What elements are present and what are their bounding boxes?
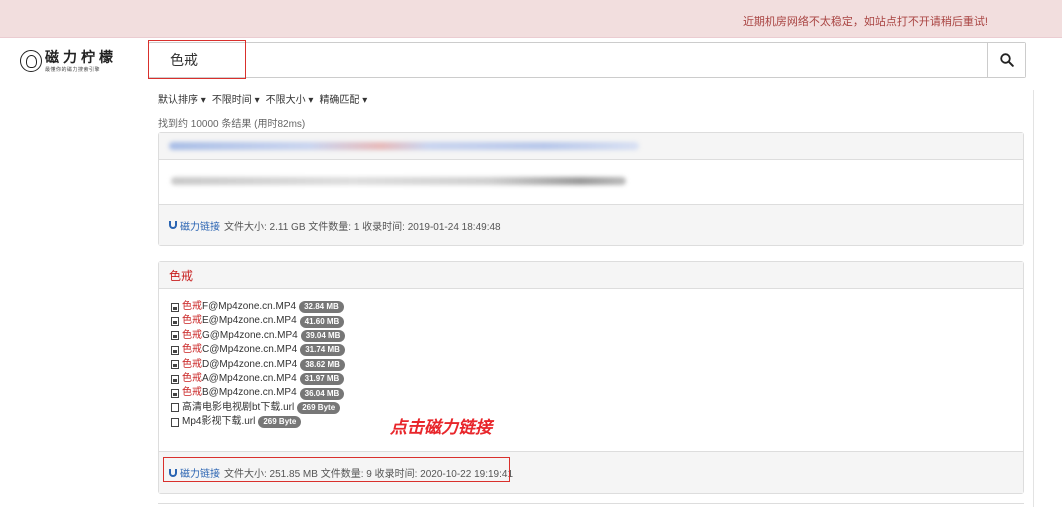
file-size-badge: 39.04 MB (300, 329, 346, 342)
blurred-file (171, 177, 626, 185)
file-size-badge: 36.04 MB (299, 387, 345, 400)
file-name-highlight: 色戒 (182, 358, 202, 370)
file-icon (171, 389, 179, 399)
file-name: E@Mp4zone.cn.MP4 (202, 315, 297, 327)
sort-dropdown[interactable]: 默认排序 ▾ (158, 91, 206, 106)
next-result-edge (158, 503, 1024, 504)
magnet-link-label: 磁力链接 (180, 469, 220, 480)
result-title[interactable]: 色戒 (169, 267, 193, 284)
file-row: 色戒 F@Mp4zone.cn.MP4 32.84 MB (171, 300, 1011, 314)
magnet-link[interactable]: 磁力链接 (169, 465, 220, 480)
result-meta: 磁力链接 文件大小: 251.85 MB 文件数量: 9 收录时间: 2020-… (159, 451, 1023, 493)
file-name: F@Mp4zone.cn.MP4 (202, 301, 297, 312)
search-icon (1000, 53, 1014, 67)
file-row: 色戒 B@Mp4zone.cn.MP4 36.04 MB (171, 386, 1011, 400)
file-name-highlight: 色戒 (182, 315, 202, 327)
logo-subtitle: 最懂你的磁力搜索引擎 (45, 67, 101, 73)
file-size-badge: 31.74 MB (300, 344, 345, 357)
file-icon (171, 331, 179, 341)
file-row: 色戒 D@Mp4zone.cn.MP4 38.62 MB (171, 358, 1011, 372)
result-title-bar[interactable] (159, 133, 1023, 160)
file-name-highlight: 色戒 (182, 329, 202, 341)
file-icon (171, 417, 179, 427)
file-size-badge: 31.97 MB (299, 373, 345, 386)
file-name: G@Mp4zone.cn.MP4 (202, 329, 298, 341)
file-size-badge: 41.60 MB (299, 315, 345, 328)
result-meta-text: 文件大小: 251.85 MB 文件数量: 9 收录时间: 2020-10-22… (224, 469, 514, 480)
magnet-link[interactable]: 磁力链接 (169, 218, 220, 233)
file-size-badge: 38.62 MB (300, 358, 345, 371)
file-size-badge: 269 Byte (297, 401, 341, 414)
file-row: 色戒 C@Mp4zone.cn.MP4 31.74 MB (171, 343, 1011, 357)
file-row: Mp4影视下载.url 269 Byte (171, 415, 1011, 429)
file-name-highlight: 色戒 (182, 344, 202, 356)
search-box (148, 42, 1026, 78)
magnet-link-label: 磁力链接 (180, 221, 220, 233)
file-row: 色戒 E@Mp4zone.cn.MP4 41.60 MB (171, 314, 1011, 328)
notice-bar: 近期机房网络不太稳定，如站点打不开请稍后重试! (0, 0, 1062, 38)
file-row: 色戒 G@Mp4zone.cn.MP4 39.04 MB (171, 329, 1011, 343)
annotation-text: 点击磁力链接 (390, 418, 492, 437)
file-icon (171, 302, 179, 312)
file-icon (171, 403, 179, 413)
file-name-highlight: 色戒 (182, 387, 202, 399)
file-name: A@Mp4zone.cn.MP4 (202, 372, 297, 384)
file-list: 色戒 F@Mp4zone.cn.MP4 32.84 MB 色戒 E@Mp4zone.cn… (171, 300, 1011, 430)
file-name-highlight: 色戒 (182, 372, 202, 384)
file-size-badge: 269 Byte (258, 416, 302, 429)
magnet-icon (169, 468, 177, 477)
file-row: 色戒 A@Mp4zone.cn.MP4 31.97 MB (171, 372, 1011, 386)
file-icon (171, 317, 179, 327)
file-name: Mp4影视下载.url (182, 416, 256, 428)
blurred-title (169, 142, 639, 150)
filter-bar: 默认排序 ▾ 不限时间 ▾ 不限大小 ▾ 精确匹配 ▾ (158, 91, 367, 106)
result-files: 色戒 F@Mp4zone.cn.MP4 32.84 MB 色戒 E@Mp4zone.cn… (159, 289, 1023, 451)
magnet-icon (169, 221, 177, 229)
time-dropdown[interactable]: 不限时间 ▾ (212, 91, 260, 106)
file-name-highlight: 色戒 (182, 301, 202, 312)
site-logo[interactable]: 磁力柠檬 最懂你的磁力搜索引擎 (20, 50, 117, 73)
result-meta-text: 文件大小: 2.11 GB 文件数量: 1 收录时间: 2019-01-24 1… (224, 221, 501, 233)
search-button[interactable] (987, 43, 1025, 77)
result-meta: 磁力链接 文件大小: 2.11 GB 文件数量: 1 收录时间: 2019-01… (159, 204, 1023, 245)
file-icon (171, 374, 179, 384)
match-dropdown[interactable]: 精确匹配 ▾ (319, 91, 367, 106)
lemon-logo-icon (20, 50, 42, 72)
file-name: D@Mp4zone.cn.MP4 (202, 358, 298, 370)
logo-title: 磁力柠檬 (45, 49, 117, 65)
file-name: C@Mp4zone.cn.MP4 (202, 344, 298, 356)
notice-text: 近期机房网络不太稳定，如站点打不开请稍后重试! (742, 16, 988, 28)
result-title-bar: 色戒 (159, 262, 1023, 289)
result-card: 磁力链接 文件大小: 2.11 GB 文件数量: 1 收录时间: 2019-01… (158, 132, 1024, 246)
file-size-badge: 32.84 MB (299, 301, 344, 314)
result-count: 找到约 10000 条结果 (用时82ms) (158, 119, 306, 130)
file-icon (171, 360, 179, 370)
file-icon (171, 345, 179, 355)
content-divider (1033, 90, 1034, 507)
file-name: B@Mp4zone.cn.MP4 (202, 387, 297, 399)
result-card: 色戒 色戒 F@Mp4zone.cn.MP4 32.84 MB 色戒 E@Mp4zone… (158, 261, 1024, 494)
file-row: 高清电影电视剧bt下载.url 269 Byte (171, 401, 1011, 415)
result-files (159, 160, 1023, 204)
search-input[interactable] (149, 43, 989, 77)
size-dropdown[interactable]: 不限大小 ▾ (266, 91, 314, 106)
file-name: 高清电影电视剧bt下载.url (182, 401, 295, 413)
